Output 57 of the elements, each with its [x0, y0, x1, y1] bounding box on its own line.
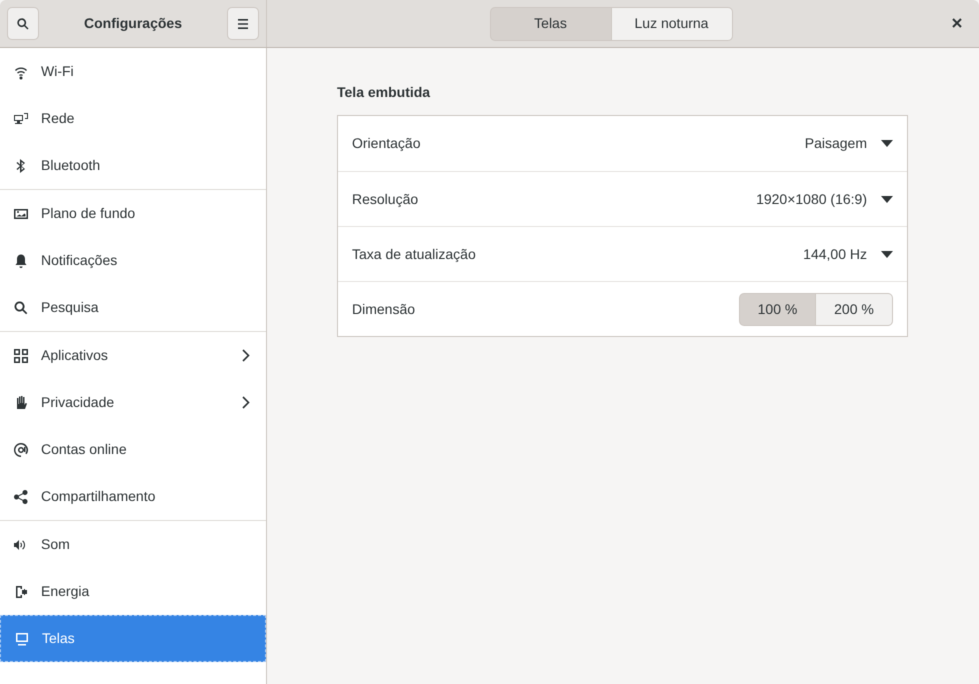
sidebar-item-label: Privacidade [41, 393, 116, 412]
sidebar-item[interactable]: Plano de fundo [0, 190, 266, 237]
dropdown[interactable]: 144,00 Hz [803, 244, 893, 264]
sidebar-item-label: Compartilhamento [41, 487, 156, 506]
sidebar-item[interactable]: Compartilhamento [0, 473, 266, 520]
chevron-right-icon [242, 396, 250, 409]
sidebar-item-label: Telas [42, 629, 76, 648]
setting-label: Dimensão [352, 300, 416, 318]
tab[interactable]: Telas [490, 6, 612, 40]
sidebar-item[interactable]: Bluetooth [0, 142, 266, 189]
grid-icon [13, 348, 29, 364]
search-button[interactable] [7, 7, 39, 40]
at-sign-icon [13, 442, 29, 458]
dropdown[interactable]: Paisagem [804, 133, 893, 154]
setting-label: Taxa de atualização [352, 244, 477, 264]
sidebar-item[interactable]: Rede [0, 95, 266, 142]
window-title: Configurações [84, 14, 182, 33]
dropdown[interactable]: 1920×1080 (16:9) [756, 188, 893, 210]
sidebar-item-label: Energia [41, 582, 90, 601]
sidebar-item[interactable]: Aplicativos [0, 332, 266, 379]
sidebar-item[interactable]: Notificações [0, 237, 266, 284]
dropdown-arrow-icon [881, 250, 893, 258]
sidebar-item[interactable]: Pesquisa [0, 284, 266, 331]
close-icon [952, 18, 962, 28]
sidebar-item-label: Pesquisa [41, 298, 100, 317]
chevron-right-icon [242, 349, 250, 362]
section-title: Tela embutida [337, 83, 432, 102]
sidebar-item-label: Aplicativos [41, 346, 109, 365]
scale-option[interactable]: 200 % [816, 292, 893, 326]
sidebar-item[interactable]: Energia [0, 568, 266, 615]
sidebar-item[interactable]: Som [0, 521, 266, 568]
bell-icon [13, 252, 29, 268]
sidebar-item-label: Rede [41, 109, 76, 128]
sidebar-item-label: Bluetooth [41, 156, 102, 175]
menu-icon [236, 18, 249, 28]
network-icon [13, 110, 29, 126]
sidebar-item-label: Wi-Fi [41, 62, 75, 81]
sidebar-item[interactable]: Wi-Fi [0, 48, 266, 95]
monitor-icon [14, 630, 30, 646]
sidebar-item-label: Plano de fundo [41, 204, 136, 223]
battery-plug-icon [13, 584, 29, 600]
search-icon [16, 16, 30, 30]
sidebar-item-label: Som [41, 535, 71, 554]
sidebar-item[interactable]: Privacidade [0, 379, 266, 426]
menu-button[interactable] [226, 7, 259, 40]
dropdown-arrow-icon [881, 196, 893, 202]
scale-option[interactable]: 100 % [739, 292, 816, 326]
sidebar-item[interactable]: Contas online [0, 426, 266, 473]
dropdown-arrow-icon [881, 140, 893, 147]
setting-label: Resolução [352, 190, 420, 209]
sidebar-item-label: Notificações [41, 251, 118, 270]
sidebar-item[interactable]: Telas [0, 615, 266, 662]
setting-label: Orientação [352, 134, 422, 153]
tab[interactable]: Luz noturna [612, 6, 732, 40]
share-icon [13, 488, 29, 504]
sidebar-item-label: Contas online [41, 440, 128, 459]
search-icon [13, 300, 29, 316]
